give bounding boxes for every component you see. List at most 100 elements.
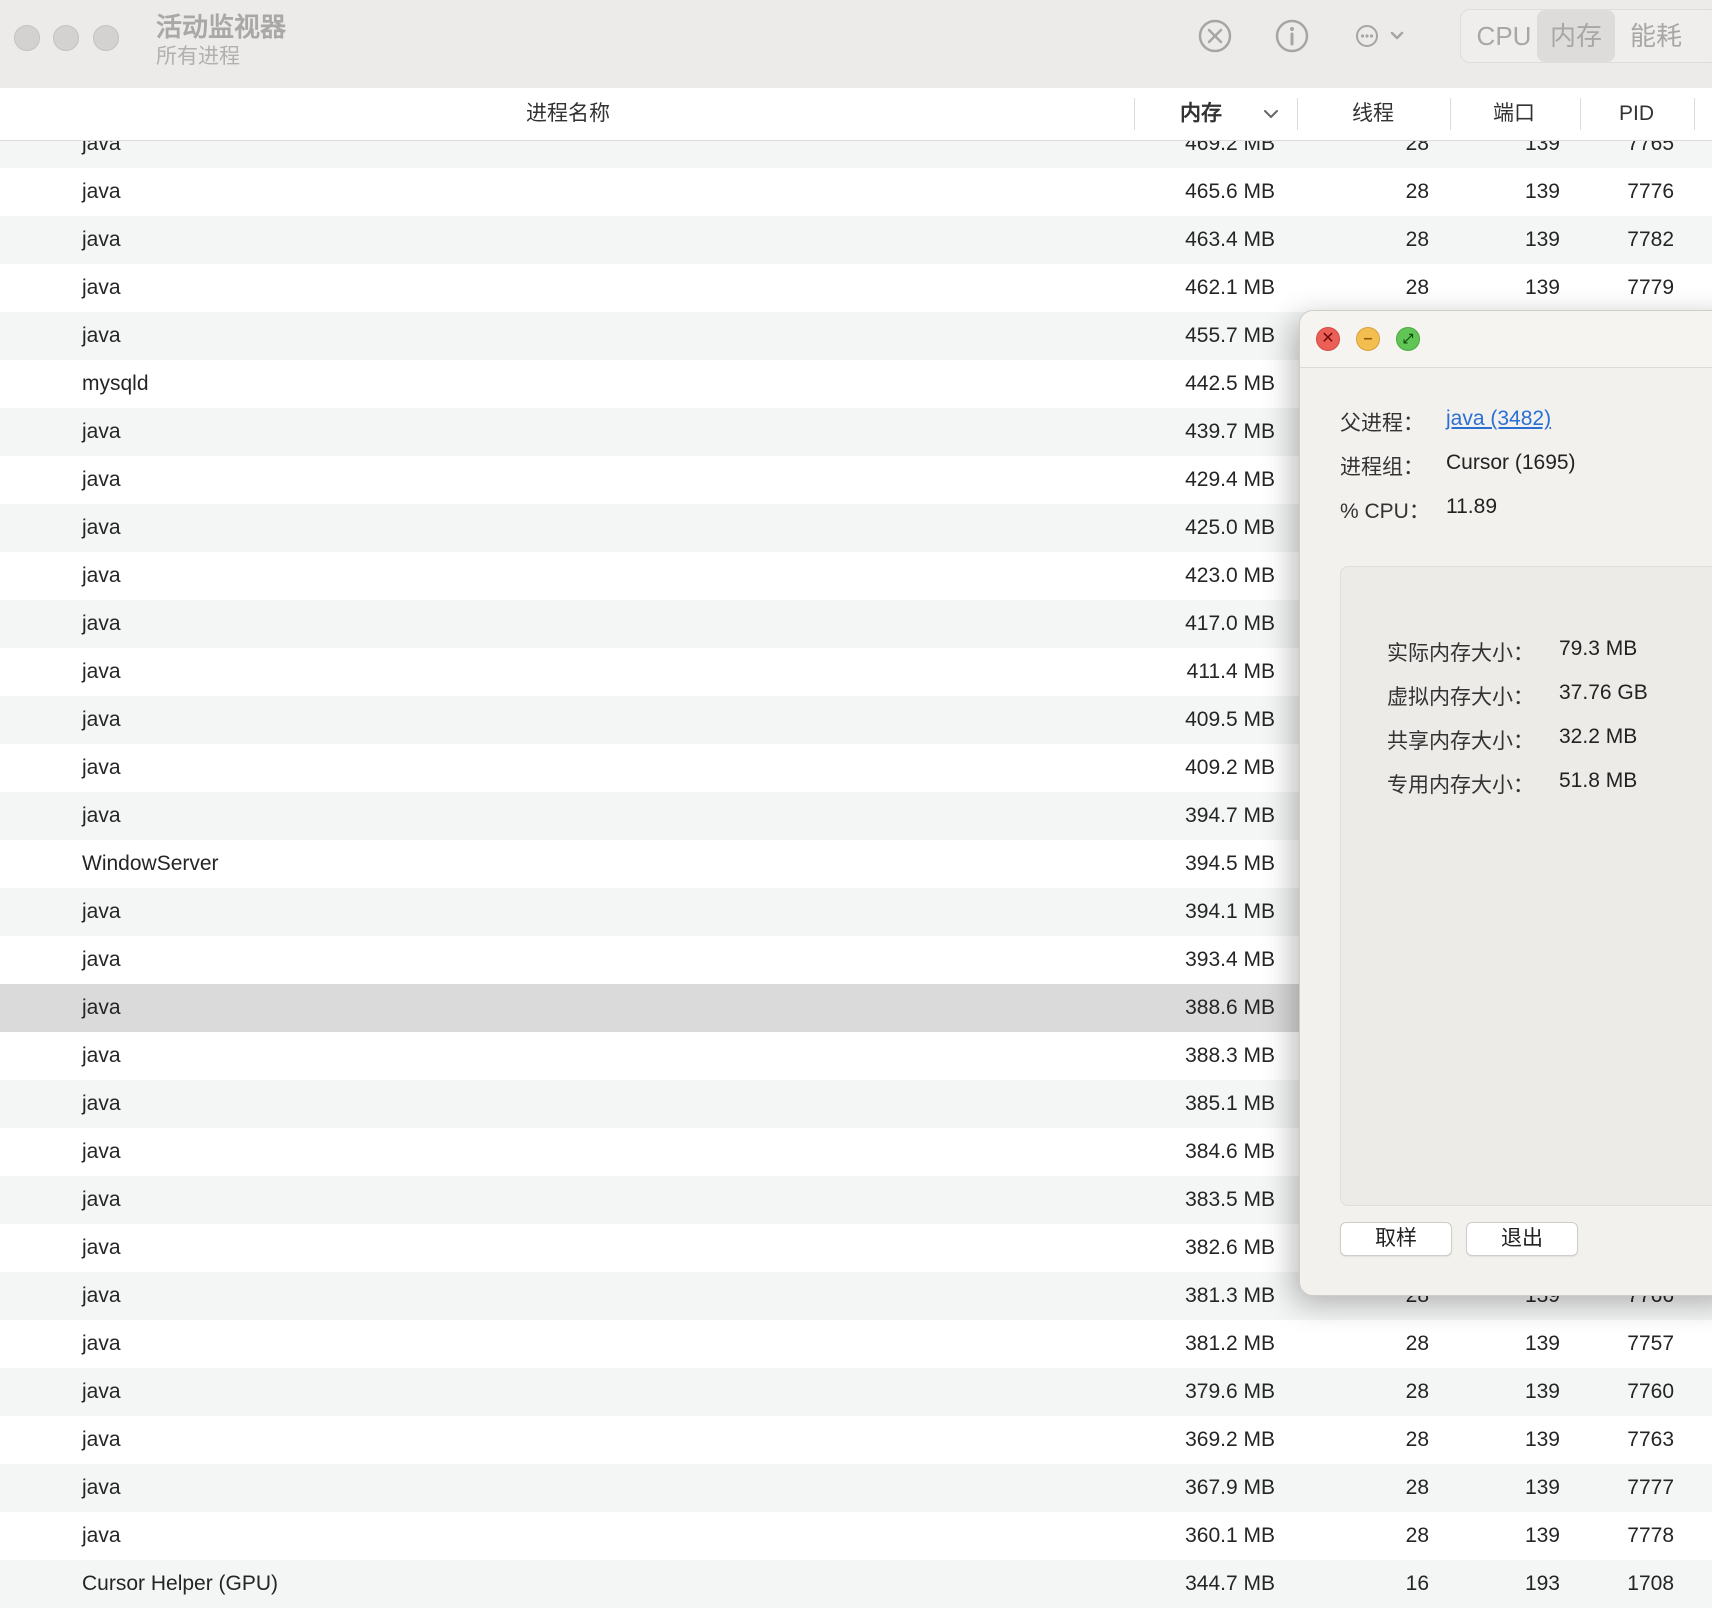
parent-process-label: 父进程：: [1340, 412, 1424, 435]
memory-panel: 实际内存大小： 79.3 MB 虚拟内存大小： 37.76 GB 共享内存大小：…: [1340, 566, 1712, 1206]
process-name-cell: java: [82, 1236, 121, 1259]
process-name-cell: mysqld: [82, 372, 149, 395]
threads-cell: 28: [1405, 1476, 1429, 1499]
process-name-cell: WindowServer: [82, 852, 219, 875]
process-name-cell: java: [82, 1476, 121, 1499]
threads-cell: 16: [1405, 1572, 1429, 1595]
table-row[interactable]: java 463.4 MB 28 139 7782: [0, 216, 1712, 264]
pid-cell: 7782: [1627, 228, 1674, 251]
table-row[interactable]: java 360.1 MB 28 139 7778: [0, 1512, 1712, 1560]
pid-cell: 7763: [1627, 1428, 1674, 1451]
memory-cell: 379.6 MB: [1185, 1380, 1275, 1403]
memory-cell: 465.6 MB: [1185, 180, 1275, 203]
threads-cell: 28: [1405, 276, 1429, 299]
process-name-cell: java: [82, 756, 121, 779]
memory-cell: 388.3 MB: [1185, 1044, 1275, 1067]
memory-cell: 409.5 MB: [1185, 708, 1275, 731]
memory-cell: 455.7 MB: [1185, 324, 1275, 347]
threads-cell: 28: [1405, 228, 1429, 251]
memory-cell: 383.5 MB: [1185, 1188, 1275, 1211]
column-header-name[interactable]: 进程名称: [526, 88, 610, 140]
table-row[interactable]: java 381.2 MB 28 139 7757: [0, 1320, 1712, 1368]
memory-cell: 381.3 MB: [1185, 1284, 1275, 1307]
table-row[interactable]: java 367.9 MB 28 139 7777: [0, 1464, 1712, 1512]
fullscreen-icon: ⤢: [1402, 331, 1414, 346]
memory-cell: 442.5 MB: [1185, 372, 1275, 395]
memory-cell: 381.2 MB: [1185, 1332, 1275, 1355]
inspector-minimize-button[interactable]: –: [1356, 327, 1380, 351]
process-name-cell: Cursor Helper (GPU): [82, 1572, 279, 1595]
process-name-cell: java: [82, 1332, 121, 1355]
parent-process-link[interactable]: java (3482): [1446, 407, 1551, 431]
memory-cell: 463.4 MB: [1185, 228, 1275, 251]
column-divider: [1694, 98, 1695, 130]
shared-memory-label: 共享内存大小：: [1387, 730, 1534, 753]
memory-cell: 394.7 MB: [1185, 804, 1275, 827]
process-name-cell: java: [82, 1524, 121, 1547]
memory-cell: 462.1 MB: [1185, 276, 1275, 299]
inspector-close-button[interactable]: ✕: [1316, 327, 1340, 351]
memory-cell: 423.0 MB: [1185, 564, 1275, 587]
process-name-cell: java: [82, 180, 121, 203]
sort-descending-icon: [1264, 110, 1278, 118]
process-name-cell: java: [82, 1188, 121, 1211]
process-name-cell: java: [82, 1140, 121, 1163]
column-divider: [1450, 98, 1451, 130]
process-name-cell: java: [82, 564, 121, 587]
process-group-value: Cursor (1695): [1446, 451, 1576, 474]
minimize-icon: –: [1363, 330, 1373, 347]
sample-button[interactable]: 取样: [1340, 1222, 1452, 1256]
process-name-cell: java: [82, 324, 121, 347]
column-divider: [1297, 98, 1298, 130]
table-header: 进程名称 内存 线程 端口 PID: [0, 88, 1712, 141]
column-header-memory[interactable]: 内存: [1180, 88, 1222, 140]
threads-cell: 28: [1405, 1524, 1429, 1547]
memory-cell: 388.6 MB: [1185, 996, 1275, 1019]
ports-cell: 193: [1524, 1572, 1560, 1595]
ports-cell: 139: [1524, 180, 1560, 203]
process-name-cell: java: [82, 900, 121, 923]
memory-cell: 393.4 MB: [1185, 948, 1275, 971]
memory-cell: 417.0 MB: [1185, 612, 1275, 635]
column-header-threads[interactable]: 线程: [1352, 88, 1394, 140]
ports-cell: 139: [1524, 1332, 1560, 1355]
memory-cell: 425.0 MB: [1185, 516, 1275, 539]
memory-cell: 369.2 MB: [1185, 1428, 1275, 1451]
process-name-cell: java: [82, 228, 121, 251]
memory-cell: 411.4 MB: [1186, 660, 1275, 683]
real-memory-value: 79.3 MB: [1559, 637, 1638, 660]
process-group-label: 进程组：: [1340, 456, 1424, 479]
table-row[interactable]: java 465.6 MB 28 139 7776: [0, 168, 1712, 216]
process-name-cell: java: [82, 660, 121, 683]
inspector-zoom-button[interactable]: ⤢: [1396, 327, 1420, 351]
memory-cell: 385.1 MB: [1185, 1092, 1275, 1115]
column-divider: [1134, 98, 1135, 130]
cpu-percent-label: % CPU：: [1340, 500, 1430, 523]
table-row[interactable]: java 462.1 MB 28 139 7779: [0, 264, 1712, 312]
table-row[interactable]: java 369.2 MB 28 139 7763: [0, 1416, 1712, 1464]
process-name-cell: java: [82, 1284, 121, 1307]
virtual-memory-label: 虚拟内存大小：: [1387, 686, 1534, 709]
memory-cell: 384.6 MB: [1185, 1140, 1275, 1163]
process-name-cell: java: [82, 708, 121, 731]
ports-cell: 139: [1524, 228, 1560, 251]
process-name-cell: java: [82, 1044, 121, 1067]
ports-cell: 139: [1524, 1476, 1560, 1499]
process-name-cell: java: [82, 612, 121, 635]
pid-cell: 7778: [1627, 1524, 1674, 1547]
pid-cell: 7760: [1627, 1380, 1674, 1403]
column-header-pid[interactable]: PID: [1619, 88, 1654, 140]
memory-cell: 394.1 MB: [1185, 900, 1275, 923]
quit-process-button[interactable]: 退出: [1466, 1222, 1578, 1256]
memory-cell: 409.2 MB: [1185, 756, 1275, 779]
column-header-ports[interactable]: 端口: [1493, 88, 1535, 140]
cpu-percent-value: 11.89: [1446, 495, 1497, 518]
table-row[interactable]: Cursor Helper (GPU) 344.7 MB 16 193 1708: [0, 1560, 1712, 1608]
pid-cell: 7776: [1627, 180, 1674, 203]
memory-cell: 360.1 MB: [1185, 1524, 1275, 1547]
process-name-cell: java: [82, 948, 121, 971]
private-memory-label: 专用内存大小：: [1387, 774, 1534, 797]
table-row[interactable]: java 379.6 MB 28 139 7760: [0, 1368, 1712, 1416]
ports-cell: 139: [1524, 1428, 1560, 1451]
memory-cell: 344.7 MB: [1185, 1572, 1275, 1595]
